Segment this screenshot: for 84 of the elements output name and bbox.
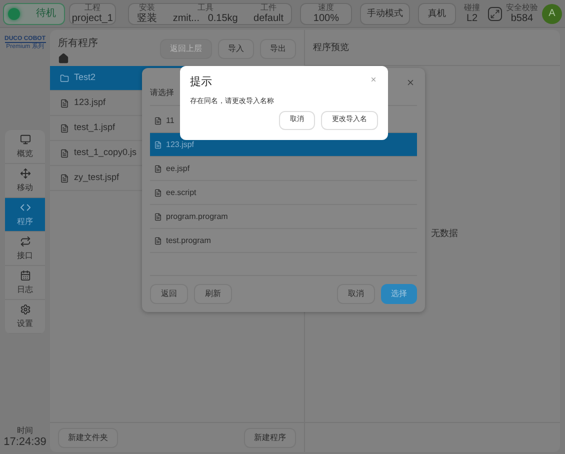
file-icon	[154, 188, 162, 196]
dialog-button[interactable]: 刷新	[194, 284, 232, 304]
project-caption: 工程	[84, 4, 100, 12]
file-item[interactable]: program.program	[150, 205, 417, 229]
home-icon[interactable]	[58, 53, 69, 64]
close-icon[interactable]	[370, 76, 377, 83]
code-icon	[20, 202, 30, 212]
project-value: project_1	[72, 14, 113, 24]
nav-label: 程序	[17, 216, 33, 228]
collision-value: L2	[466, 14, 478, 24]
project-pill[interactable]: 工程 project_1	[68, 2, 116, 24]
nav-label: 接口	[17, 250, 33, 262]
file-item[interactable]: ee.script	[150, 181, 417, 205]
time-caption: 时间	[16, 427, 33, 435]
program-name: zy_test.jspf	[74, 171, 120, 184]
footer-button[interactable]: 新建程序	[244, 428, 296, 448]
file-dialog-title: 请选择	[150, 87, 174, 99]
nav-label: 移动	[17, 182, 33, 194]
folder-icon	[60, 74, 69, 82]
file-icon	[154, 212, 162, 220]
dialog-button[interactable]: 返回	[150, 284, 188, 304]
speed-value: 100%	[313, 14, 339, 24]
file-name: ee.jspf	[166, 162, 190, 174]
nav-item[interactable]: 设置	[5, 300, 45, 334]
speed-pill[interactable]: 速度 100%	[300, 2, 352, 24]
nav-item[interactable]: 程序	[5, 198, 45, 232]
calendar-icon	[20, 270, 30, 280]
prompt-title: 提示	[190, 75, 212, 90]
file-icon	[154, 164, 162, 172]
setup-value: default	[254, 14, 284, 24]
panel-title: 所有程序	[58, 36, 98, 51]
file-icon	[60, 98, 69, 108]
gear-icon	[20, 304, 30, 314]
file-item[interactable]: test.program	[150, 229, 417, 253]
toolbar-button[interactable]: 导出	[260, 39, 296, 59]
file-icon	[60, 124, 69, 132]
nav-label: 概览	[17, 148, 33, 160]
close-icon[interactable]	[406, 78, 415, 87]
program-name: test_1_copy0.js	[74, 146, 137, 160]
nav-item[interactable]: 概览	[5, 130, 45, 164]
file-item[interactable]: ee.jspf	[150, 157, 417, 181]
file-name: 11	[166, 114, 174, 126]
cancel-button[interactable]: 取消	[337, 284, 375, 304]
move-icon	[20, 168, 30, 178]
file-name: ee.script	[166, 186, 196, 198]
nav-item[interactable]: 日志	[5, 266, 45, 300]
program-name: Test2	[74, 71, 96, 84]
footer-button[interactable]: 新建文件夹	[58, 428, 118, 448]
setup-pill[interactable]: 安装 竖装 工具 zmit... 0.15kg 工件 default	[128, 2, 292, 24]
monitor-icon	[20, 134, 30, 144]
file-name: 123.jspf	[166, 138, 194, 150]
file-icon	[154, 236, 162, 244]
time-value: 17:24:39	[4, 437, 46, 448]
program-name: test_1.jspf	[74, 121, 116, 134]
file-icon	[154, 116, 162, 124]
collision-caption: 碰撞	[464, 4, 480, 12]
repeat-icon	[20, 236, 30, 246]
setup-caption: 安装	[139, 4, 156, 12]
file-icon	[60, 148, 69, 158]
nav-label: 设置	[17, 318, 33, 330]
nav-label: 日志	[17, 284, 33, 296]
setup-caption: 工具	[197, 4, 214, 12]
speed-caption: 速度	[318, 4, 334, 12]
setup-value: 竖装	[137, 14, 158, 24]
status-pill[interactable]: 待机	[3, 2, 64, 24]
mode-button[interactable]: 手动模式	[360, 2, 410, 24]
file-icon	[60, 174, 69, 182]
nav-item[interactable]: 接口	[5, 232, 45, 266]
safety-caption: 安全校验	[506, 4, 538, 12]
file-icon	[154, 140, 162, 148]
program-name: 123.jspf	[74, 96, 106, 110]
setup-caption: 工件	[260, 4, 277, 12]
mode-button[interactable]: 真机	[418, 2, 456, 24]
user-avatar[interactable]: A	[542, 4, 562, 24]
safety-value: b584	[510, 14, 534, 24]
preview-title: 程序预览	[313, 40, 349, 54]
expand-icon[interactable]	[488, 6, 502, 20]
select-button[interactable]: 选择	[381, 284, 417, 304]
file-name: test.program	[166, 234, 211, 246]
toolbar-button[interactable]: 导入	[218, 39, 254, 59]
status-label: 待机	[36, 6, 56, 21]
setup-value: zmit... 0.15kg	[172, 14, 238, 24]
file-name: program.program	[166, 210, 228, 222]
empty-text: 无数据	[431, 227, 458, 240]
